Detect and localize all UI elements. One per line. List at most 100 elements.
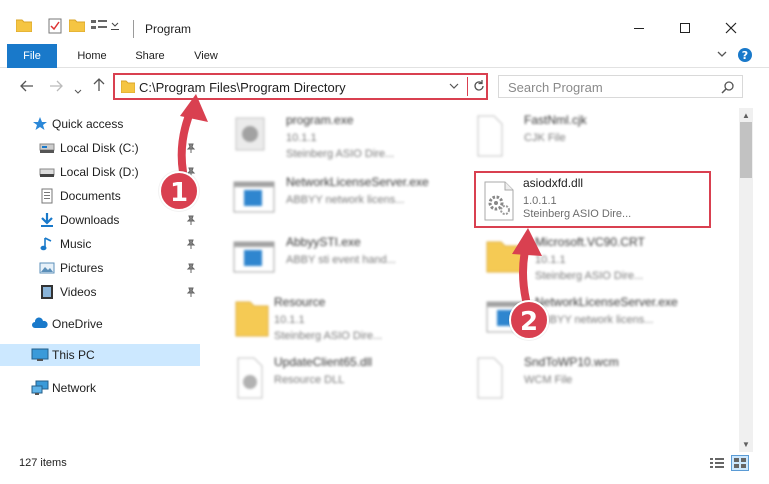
pin-icon[interactable] [186,142,196,156]
drive-icon [39,140,55,156]
application-icon [232,114,268,157]
maximize-icon [680,23,690,33]
sidebar-item-label: Local Disk (D:) [60,165,139,179]
file-name: program.exe [286,113,354,127]
documents-icon [39,188,55,204]
callout-2: 2 [509,300,549,340]
address-path[interactable]: C:\Program Files\Program Directory [139,80,346,95]
sidebar-item-label: OneDrive [52,317,103,331]
cloud-icon [31,316,48,332]
search-icon[interactable] [721,80,735,97]
file-tile[interactable]: Microsoft.VC90.CRT 10.1.1 Steinberg ASIO… [475,230,705,288]
details-view-icon[interactable] [709,457,725,472]
sidebar-item-label: Network [52,381,97,395]
scroll-down-icon[interactable]: ▼ [742,440,750,449]
properties-icon[interactable] [48,18,62,37]
address-row: C:\Program Files\Program Directory Searc… [0,68,769,106]
file-tile[interactable]: Resource 10.1.1 Steinberg ASIO Dire... [222,290,452,348]
file-detail: Steinberg ASIO Dire... [286,148,395,160]
chevron-down-icon [74,89,82,94]
sidebar-item-pictures[interactable]: Pictures [0,257,200,279]
customize-toolbar-icon[interactable] [91,18,121,35]
forward-button[interactable] [49,80,63,95]
file-detail: 10.1.1 [286,132,317,144]
sidebar-item-videos[interactable]: Videos [0,281,200,303]
file-name: Microsoft.VC90.CRT [535,235,645,249]
file-detail: WCM File [524,374,573,386]
item-count: 127 items [19,457,67,469]
sidebar-item-onedrive[interactable]: OneDrive [0,313,200,335]
help-icon[interactable]: ? [737,47,753,66]
title-separator [133,20,134,38]
sidebar-item-label: Music [60,237,92,251]
highlighted-file-tile[interactable]: asiodxfd.dll 1.0.1.1 Steinberg ASIO Dire… [474,171,711,228]
file-tile[interactable]: program.exe 10.1.1 Steinberg ASIO Dire..… [222,108,452,166]
minimize-icon [634,28,644,29]
up-button[interactable] [93,78,105,95]
sidebar-item-local-disk-c[interactable]: Local Disk (C:) [0,137,200,159]
folder-icon [485,236,525,279]
sidebar-item-downloads[interactable]: Downloads [0,209,200,231]
file-detail: CJK File [524,132,566,144]
title-bar: Program [0,0,769,43]
new-folder-icon[interactable] [68,18,86,35]
large-icons-view-icon[interactable] [731,455,749,474]
refresh-icon[interactable] [471,78,487,97]
svg-text:?: ? [742,49,748,62]
back-button[interactable] [20,80,34,95]
sidebar-item-label: Local Disk (C:) [60,141,139,155]
dll-file-icon [482,181,516,224]
address-bar[interactable]: C:\Program Files\Program Directory [113,73,488,100]
sidebar-item-network[interactable]: Network [0,377,200,399]
recent-locations-button[interactable] [74,83,82,98]
scroll-up-icon[interactable]: ▲ [742,111,750,120]
window-title: Program [145,22,192,36]
file-tile[interactable]: UpdateClient65.dll Resource DLL [222,350,452,408]
file-tile[interactable]: NetworkLicenseServer.exe ABBYY network l… [222,170,452,228]
pin-icon[interactable] [186,238,196,252]
tab-home[interactable]: Home [70,44,114,68]
file-name: asiodxfd.dll [523,176,584,190]
pin-icon[interactable] [186,286,196,300]
file-tile[interactable]: SndToWP10.wcm WCM File [460,350,690,408]
file-tile[interactable]: FastNml.cjk CJK File [460,108,690,166]
file-company: Steinberg ASIO Dire... [523,208,632,220]
file-name: Resource [274,295,326,309]
search-box[interactable]: Search Program [498,75,743,98]
star-icon [32,116,48,132]
application-window-icon [232,236,276,279]
pin-icon[interactable] [186,214,196,228]
maximize-button[interactable] [662,14,708,42]
tab-view[interactable]: View [184,44,228,68]
file-detail: Steinberg ASIO Dire... [274,330,383,342]
file-detail: Steinberg ASIO Dire... [535,270,644,282]
file-list: program.exe 10.1.1 Steinberg ASIO Dire..… [210,108,737,452]
sidebar-item-this-pc[interactable]: This PC [0,344,200,366]
file-name: FastNml.cjk [524,113,587,127]
sidebar-item-label: Downloads [60,213,120,227]
sidebar-item-label: Documents [60,189,121,203]
folder-icon [15,18,33,35]
close-button[interactable] [708,14,754,42]
up-arrow-icon [93,78,105,91]
file-detail: ABBY sti event hand... [286,254,396,266]
file-detail: Resource DLL [274,374,345,386]
address-dropdown-icon[interactable] [449,81,459,93]
file-tile[interactable]: AbbyySTI.exe ABBY sti event hand... [222,230,452,288]
vertical-scrollbar[interactable]: ▲ ▼ [739,108,753,452]
expand-ribbon-icon[interactable] [716,48,728,65]
tab-share[interactable]: Share [128,44,172,68]
pin-icon[interactable] [186,262,196,276]
tab-file[interactable]: File [7,44,57,68]
file-name: UpdateClient65.dll [274,355,373,369]
search-placeholder[interactable]: Search Program [508,80,603,95]
document-icon [470,114,506,161]
callout-1: 1 [159,171,199,211]
videos-icon [39,284,55,300]
forward-arrow-icon [50,80,63,92]
sidebar-item-quick-access[interactable]: Quick access [0,113,200,135]
sidebar-item-music[interactable]: Music [0,233,200,255]
minimize-button[interactable] [616,14,662,42]
file-name: AbbyySTI.exe [286,235,361,249]
scrollbar-thumb[interactable] [740,122,752,178]
